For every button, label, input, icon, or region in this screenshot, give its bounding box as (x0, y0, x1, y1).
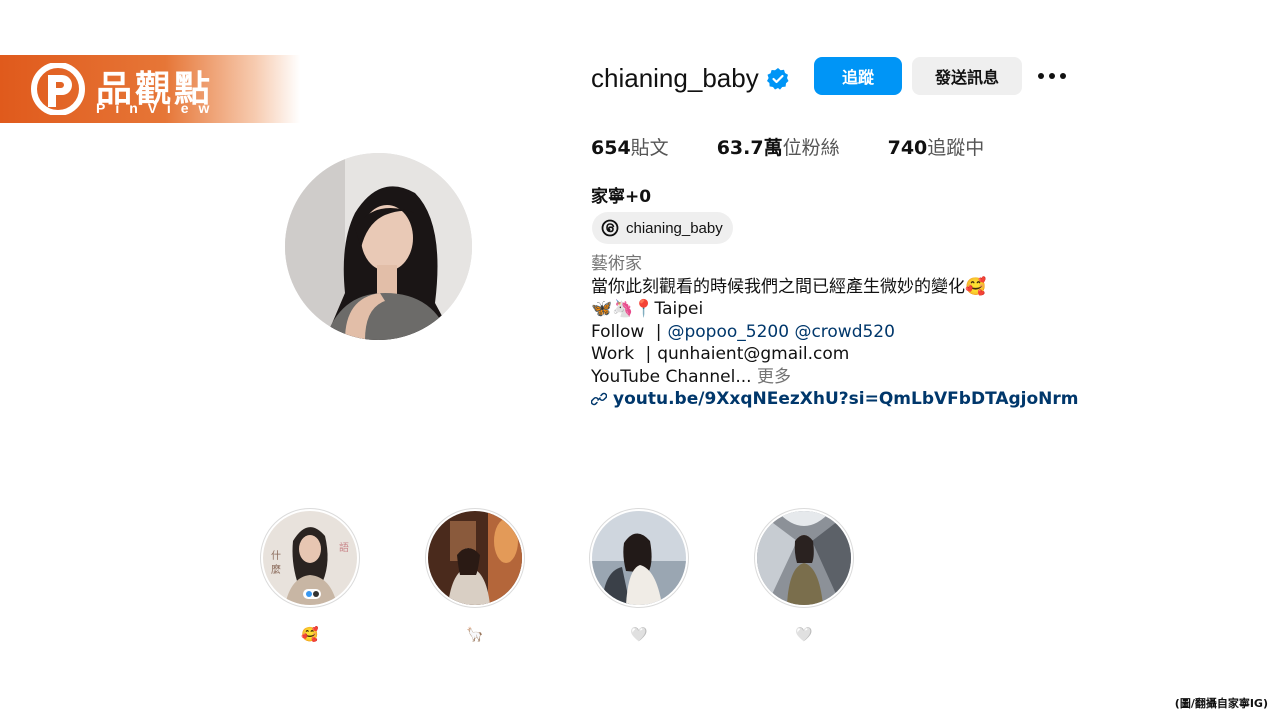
follow-button[interactable]: 追蹤 (814, 57, 902, 95)
bio-category: 藝術家 (591, 254, 642, 274)
svg-text:什: 什 (271, 550, 281, 562)
svg-text:語: 語 (339, 541, 349, 554)
following-count[interactable]: 740追蹤中 (888, 133, 985, 160)
image-credit: (圖/翻攝自家寧IG) (1174, 697, 1268, 710)
highlight-cover (757, 511, 851, 605)
profile-full-name: 家寧+0 (591, 187, 652, 207)
highlight-cover (428, 511, 522, 605)
profile-bio: 藝術家 當你此刻觀看的時候我們之間已經產生微妙的變化🥰 🦋🦄📍Taipei Fo… (591, 253, 1079, 411)
highlight-label: 🤍 (630, 626, 648, 642)
brand-banner: 品觀點 PinView (0, 55, 300, 123)
bio-work-line: Work | qunhaient@gmail.com (591, 344, 850, 364)
profile-stats: 654貼文 63.7萬位粉絲 740追蹤中 (591, 133, 1032, 160)
send-message-button[interactable]: 發送訊息 (912, 57, 1022, 95)
highlight-label: 🥰 (301, 626, 319, 642)
link-icon (591, 393, 607, 406)
highlight-cover (592, 511, 686, 605)
threads-badge[interactable]: chianing_baby (592, 212, 733, 244)
mention-link[interactable]: @crowd520 (794, 322, 895, 342)
story-highlight[interactable]: 🦙 (423, 508, 527, 644)
bio-line: 🦋🦄📍Taipei (591, 299, 704, 319)
bio-more-button[interactable]: 更多 (757, 367, 791, 387)
profile-avatar[interactable] (285, 153, 472, 340)
story-highlight[interactable]: 什 麼 語 🥰 (258, 508, 362, 644)
story-highlight[interactable]: 🤍 (752, 508, 856, 644)
mention-link[interactable]: @popoo_5200 (667, 322, 789, 342)
followers-count[interactable]: 63.7萬位粉絲 (717, 133, 840, 160)
highlight-label: 🦙 (466, 626, 484, 642)
posts-count: 654貼文 (591, 137, 669, 159)
threads-handle: chianing_baby (626, 219, 723, 237)
avatar-photo (285, 153, 472, 340)
brand-subtitle: PinView (96, 100, 220, 116)
pinview-logo-icon (31, 63, 85, 115)
story-highlight[interactable]: 🤍 (587, 508, 691, 644)
work-email: qunhaient@gmail.com (657, 344, 850, 364)
verified-badge-icon (767, 68, 789, 90)
bio-line: 當你此刻觀看的時候我們之間已經產生微妙的變化🥰 (591, 276, 987, 297)
threads-icon (601, 219, 619, 237)
bio-external-link[interactable]: youtu.be/9XxqNEezXhU?si=QmLbVFbDTAgjoNrm (591, 388, 1079, 411)
highlight-cover: 什 麼 語 (263, 511, 357, 605)
svg-text:麼: 麼 (271, 563, 281, 576)
highlight-label: 🤍 (795, 626, 813, 642)
more-options-icon[interactable] (1036, 64, 1068, 88)
profile-username: chianing_baby (591, 63, 759, 93)
bio-youtube-line: YouTube Channel... 更多 (591, 366, 791, 387)
bio-follow-line: Follow | @popoo_5200 @crowd520 (591, 321, 895, 342)
